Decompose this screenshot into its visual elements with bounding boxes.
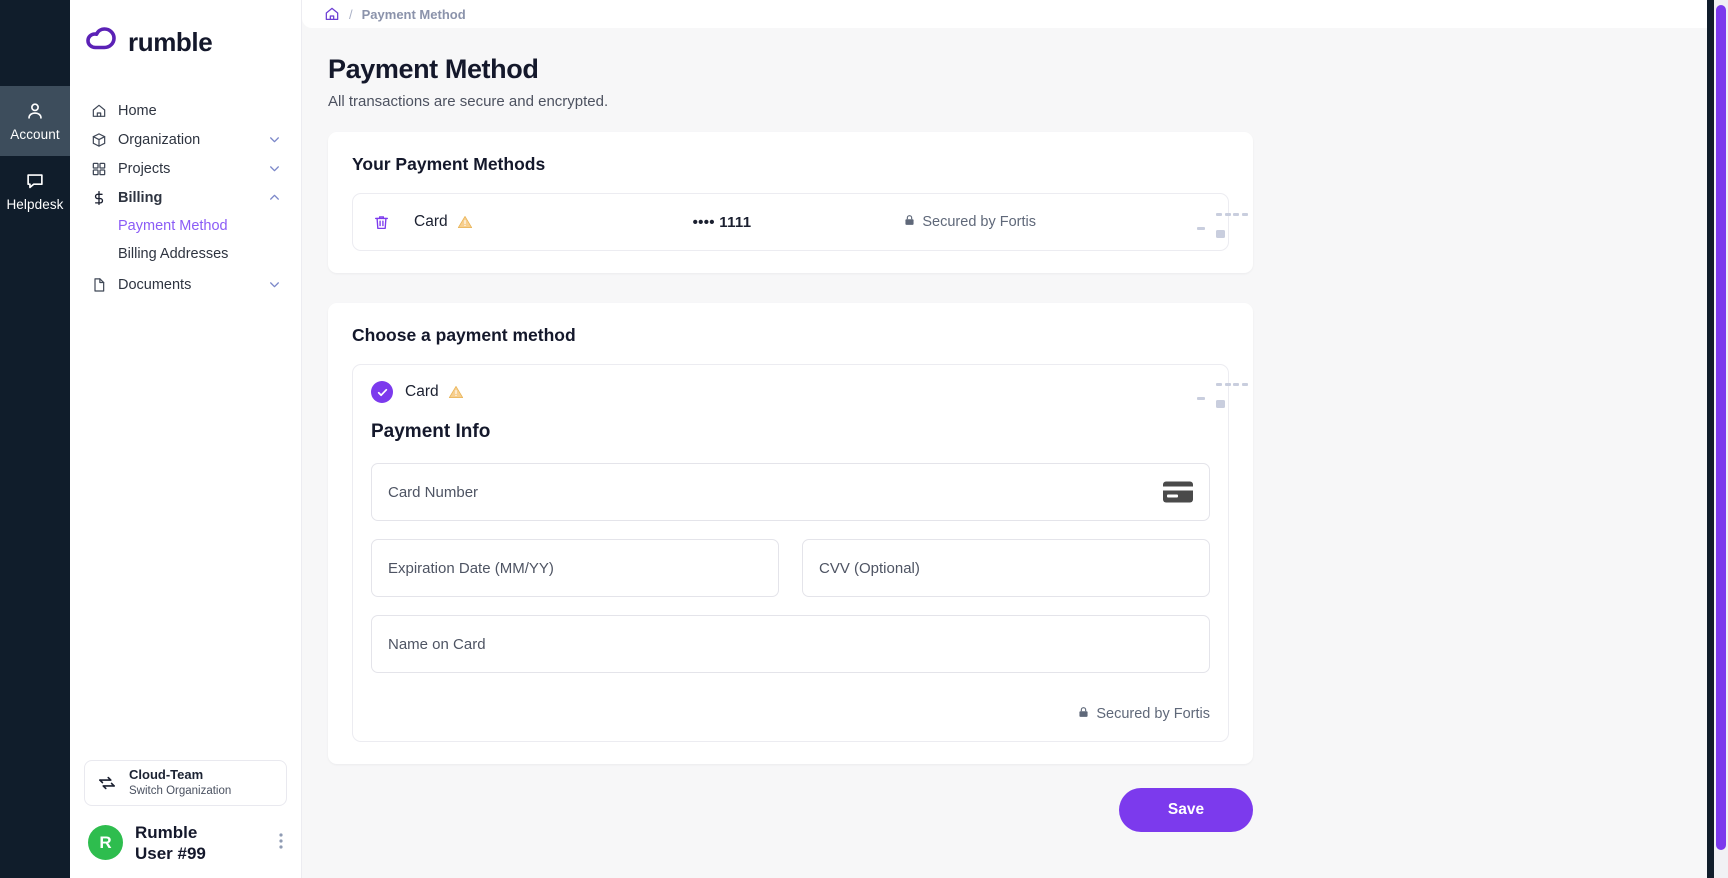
scrollbar-thumb[interactable] — [1716, 5, 1726, 850]
chevron-down-icon[interactable] — [268, 278, 281, 291]
brand-logo[interactable]: rumble — [70, 0, 301, 66]
your-payment-methods-heading: Your Payment Methods — [352, 154, 546, 174]
sidebar-footer: Cloud-Team Switch Organization R Rumble … — [70, 759, 301, 878]
page-scrollbar[interactable] — [1714, 0, 1728, 878]
chevron-up-icon[interactable] — [268, 191, 281, 204]
card-number-field[interactable]: Card Number — [371, 463, 1210, 521]
sidebar-item-billing[interactable]: Billing — [84, 183, 287, 212]
sidebar-item-projects[interactable]: Projects — [84, 154, 287, 183]
avatar: R — [88, 825, 123, 861]
check-circle-icon[interactable] — [371, 381, 393, 403]
main-area: / Payment Method Payment Method All tran… — [302, 0, 1728, 878]
secured-by-fortis-text: Secured by Fortis — [1096, 706, 1210, 722]
switch-icon — [97, 773, 117, 793]
right-edge-strip — [1707, 0, 1714, 878]
rail-item-helpdesk-label: Helpdesk — [6, 197, 64, 212]
rail-item-account[interactable]: Account — [0, 86, 70, 156]
payment-method-label: Card — [414, 213, 448, 230]
secured-by-fortis-badge: Secured by Fortis — [903, 213, 1036, 231]
payment-info-heading: Payment Info — [371, 421, 491, 442]
card-method-header: Card — [371, 381, 1248, 408]
dollar-icon — [90, 189, 107, 206]
breadcrumb-current: Payment Method — [361, 6, 466, 22]
card-method-box: Card Payment Info Card Number Expiration… — [352, 364, 1248, 742]
name-on-card-field[interactable]: Name on Card — [371, 615, 1210, 673]
page-subtitle: All transactions are secure and encrypte… — [328, 93, 609, 110]
sidebar-item-billing-addresses[interactable]: Billing Addresses — [118, 240, 287, 268]
chevron-down-icon[interactable] — [268, 162, 281, 175]
grid-icon — [90, 160, 107, 177]
rumble-cloud-logo-icon — [86, 26, 118, 58]
sidebar-item-home[interactable]: Home — [84, 96, 287, 125]
icon-rail: Account Helpdesk — [0, 0, 70, 878]
switch-organization-button[interactable]: Cloud-Team Switch Organization — [84, 759, 287, 806]
payment-method-label-group: Card — [414, 213, 473, 231]
breadcrumb-separator: / — [349, 6, 353, 22]
choose-payment-method-card: Choose a payment method Card Payment Inf… — [328, 303, 1253, 764]
expiration-date-field[interactable]: Expiration Date (MM/YY) — [371, 539, 779, 597]
choose-payment-method-heading: Choose a payment method — [352, 325, 576, 345]
method-footer: Secured by Fortis — [371, 705, 1210, 723]
sidebar-nav: Home Organization Projects Billing Payme… — [70, 96, 301, 299]
sidebar-item-projects-label: Projects — [118, 160, 171, 177]
page-title: Payment Method — [328, 54, 539, 84]
page-content: Payment Method All transactions are secu… — [302, 28, 1728, 832]
payment-fields: Card Number Expiration Date (MM/YY) CVV … — [371, 463, 1210, 673]
user-icon — [24, 100, 46, 122]
document-icon — [90, 276, 107, 293]
warning-triangle-icon — [448, 384, 464, 400]
card-number-placeholder: Card Number — [388, 483, 479, 501]
save-button[interactable]: Save — [1119, 788, 1253, 832]
sidebar: rumble Home Organization Projects Billin… — [70, 0, 302, 878]
card-method-label-group: Card — [405, 383, 464, 401]
kebab-menu-icon[interactable] — [279, 832, 283, 853]
sidebar-item-billing-label: Billing — [118, 189, 163, 206]
switch-organization-name: Cloud-Team — [129, 767, 204, 783]
card-method-label: Card — [405, 383, 439, 400]
sidebar-item-payment-method-label: Payment Method — [118, 218, 228, 234]
breadcrumb: / Payment Method — [302, 0, 1728, 28]
name-on-card-placeholder: Name on Card — [388, 635, 486, 653]
app-root: Account Helpdesk rumble Home Organizatio… — [0, 0, 1728, 878]
lock-icon — [903, 213, 916, 231]
chat-icon — [24, 170, 46, 192]
breadcrumb-home-icon[interactable] — [324, 6, 340, 22]
user-name-line1: Rumble — [135, 822, 198, 842]
sidebar-item-documents[interactable]: Documents — [84, 270, 287, 299]
warning-triangle-icon — [457, 214, 473, 230]
billing-subnav: Payment Method Billing Addresses — [84, 212, 287, 268]
expiration-date-placeholder: Expiration Date (MM/YY) — [388, 559, 554, 577]
sidebar-item-billing-addresses-label: Billing Addresses — [118, 246, 229, 262]
trash-icon[interactable] — [373, 214, 390, 231]
sidebar-item-payment-method[interactable]: Payment Method — [118, 212, 287, 240]
masked-card-number: •••• 1111 — [692, 213, 752, 231]
lock-icon — [1077, 705, 1090, 723]
cvv-placeholder: CVV (Optional) — [819, 559, 920, 577]
brand-name: rumble — [128, 26, 213, 57]
home-icon — [90, 102, 107, 119]
sidebar-item-documents-label: Documents — [118, 276, 192, 293]
payment-method-row[interactable]: Card •••• 1111 Secured by Fortis — [352, 193, 1248, 251]
save-button-row: Save — [328, 788, 1253, 832]
secured-by-fortis-badge: Secured by Fortis — [1077, 705, 1210, 723]
user-name-line2: User #99 — [135, 843, 206, 863]
switch-organization-subtitle: Switch Organization — [129, 785, 232, 798]
secured-by-fortis-text: Secured by Fortis — [922, 214, 1037, 230]
sidebar-item-organization[interactable]: Organization — [84, 125, 287, 154]
chevron-down-icon[interactable] — [268, 133, 281, 146]
rail-item-helpdesk[interactable]: Helpdesk — [0, 156, 70, 226]
sidebar-item-organization-label: Organization — [118, 131, 201, 148]
cube-icon — [90, 131, 107, 148]
cvv-field[interactable]: CVV (Optional) — [802, 539, 1210, 597]
expiry-cvv-row: Expiration Date (MM/YY) CVV (Optional) — [371, 539, 1210, 597]
sidebar-item-home-label: Home — [118, 102, 157, 119]
rail-item-account-label: Account — [10, 127, 60, 142]
your-payment-methods-card: Your Payment Methods Card •••• 1111 Secu… — [328, 132, 1253, 273]
credit-card-icon — [1163, 481, 1193, 503]
user-profile-row[interactable]: R Rumble User #99 — [84, 822, 287, 865]
